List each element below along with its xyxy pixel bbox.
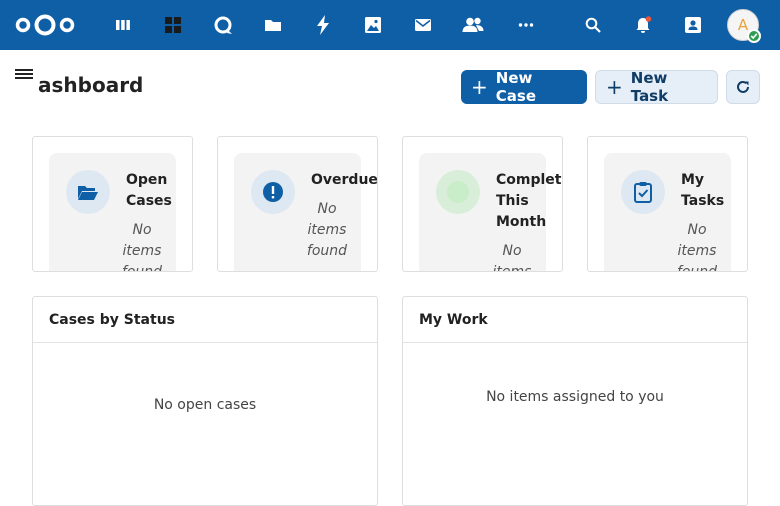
- top-bar: A: [0, 0, 780, 50]
- panel-title: Cases by Status: [33, 297, 377, 343]
- nextcloud-logo[interactable]: [14, 12, 76, 38]
- search-icon[interactable]: [581, 13, 605, 37]
- stat-empty-text: No items found: [121, 222, 163, 272]
- stat-empty-text: No items found: [306, 201, 348, 259]
- refresh-icon: [737, 80, 749, 93]
- new-task-label: New Task: [630, 69, 669, 105]
- stat-card-my-tasks[interactable]: My Tasks No items found: [587, 136, 748, 272]
- talk-icon[interactable]: [211, 13, 235, 37]
- contacts-icon[interactable]: [461, 13, 485, 37]
- refresh-button[interactable]: [726, 70, 760, 104]
- panel-title: My Work: [403, 297, 747, 343]
- stat-label: Overdue: [311, 172, 378, 188]
- stat-card-open-cases[interactable]: Open Cases No items found: [32, 136, 193, 272]
- more-apps-icon[interactable]: [514, 13, 538, 37]
- page-title: ashboard: [38, 73, 144, 97]
- plus-icon: +: [606, 75, 623, 99]
- dashboard-apps-icon[interactable]: [111, 13, 135, 37]
- mail-icon[interactable]: [411, 13, 435, 37]
- photos-icon[interactable]: [361, 13, 385, 37]
- stat-card-completed-this-month[interactable]: Completed This Month No items: [402, 136, 563, 272]
- my-work-panel: My Work No items assigned to you: [402, 296, 748, 506]
- cases-by-status-panel: Cases by Status No open cases: [32, 296, 378, 506]
- panel-empty-text: No items assigned to you: [486, 389, 664, 405]
- panel-empty-text: No open cases: [153, 397, 257, 413]
- new-task-button[interactable]: + New Task: [595, 69, 718, 105]
- tiles-icon[interactable]: [161, 13, 185, 37]
- notifications-icon[interactable]: [631, 13, 655, 37]
- stat-card-body: Completed This Month No items: [419, 153, 562, 272]
- alert-circle-icon: [251, 170, 295, 214]
- menu-toggle-icon[interactable]: [15, 67, 33, 83]
- check-circle-icon: [436, 170, 480, 214]
- contacts-menu-icon[interactable]: [681, 13, 705, 37]
- stat-card-overdue[interactable]: Overdue No items found: [217, 136, 378, 272]
- stat-card-body: Overdue No items found: [234, 153, 377, 271]
- plus-icon: +: [471, 75, 488, 99]
- avatar-letter: A: [737, 16, 749, 34]
- new-case-label: New Case: [495, 69, 536, 105]
- stat-label: My Tasks: [681, 172, 725, 209]
- stat-card-body: Open Cases No items found: [49, 153, 176, 272]
- stat-label: Open Cases: [126, 172, 172, 209]
- stat-empty-text: No items found: [676, 222, 718, 272]
- folder-open-icon: [66, 170, 110, 214]
- clipboard-check-icon: [621, 170, 665, 214]
- stat-empty-text: No items: [492, 243, 532, 272]
- files-icon[interactable]: [261, 13, 285, 37]
- activity-icon[interactable]: [311, 13, 335, 37]
- stat-card-body: My Tasks No items found: [604, 153, 731, 272]
- stat-label: Completed This Month: [496, 172, 562, 230]
- new-case-button[interactable]: + New Case: [461, 69, 587, 105]
- user-avatar[interactable]: A: [727, 9, 761, 43]
- online-status-icon: [747, 29, 761, 43]
